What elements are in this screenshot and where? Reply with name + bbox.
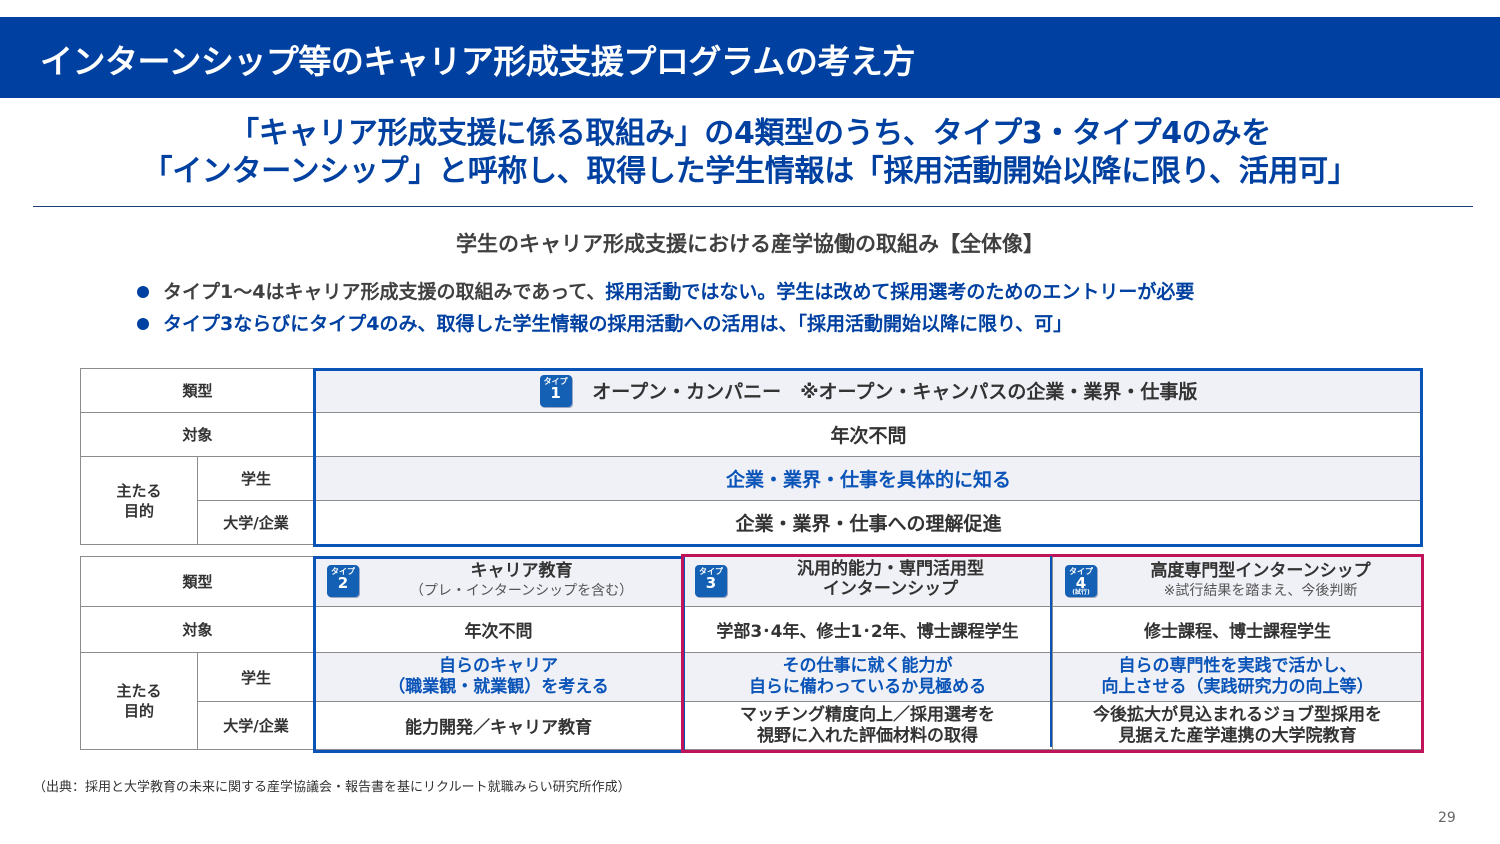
type2-univ-company: 能力開発／キャリア教育 — [314, 701, 684, 750]
type2-note: （プレ・インターンシップを含む） — [409, 583, 634, 599]
page-title: インターンシップ等のキャリア形成支援プログラムの考え方 — [40, 42, 915, 81]
bullet-list: タイプ1～4はキャリア形成支援の取組みであって、採用活動ではない。学生は改めて採… — [135, 278, 1194, 342]
divider — [33, 206, 1473, 207]
bullet-2-blue: タイプ3ならびにタイプ4のみ、取得した学生情報の採用活動への活用は、「採用活動開… — [163, 313, 1073, 335]
title-bar: インターンシップ等のキャリア形成支援プログラムの考え方 — [0, 17, 1500, 98]
bullet-1-blue: 採用活動ではない。学生は改めて採用選考のためのエントリーが必要 — [605, 281, 1195, 303]
row-label-purpose: 主たる 目的 — [80, 652, 198, 750]
type3-student: その仕事に就く能力が 自らに備わっているか見極める — [682, 652, 1054, 702]
type2-student: 自らのキャリア （職業観・就業観）を考える — [314, 652, 684, 702]
type1-student: 企業・業界・仕事を具体的に知る — [314, 456, 1424, 501]
section-subtitle: 学生のキャリア形成支援における産学協働の取組み【全体像】 — [456, 232, 1044, 256]
bullet-1-black: タイプ1～4はキャリア形成支援の取組みであって、 — [163, 281, 606, 303]
type4-student: 自らの専門性を実践で活かし、 向上させる（実践研究力の向上等） — [1052, 652, 1424, 702]
type1-header: タイプ 1 オープン・カンパニー ※オープン・キャンパスの企業・業界・仕事版 — [314, 368, 1424, 413]
type2-target: 年次不問 — [314, 606, 684, 653]
type4-note: ※試行結果を踏まえ、今後判断 — [1163, 583, 1358, 599]
type1-univ-company: 企業・業界・仕事への理解促進 — [314, 500, 1424, 545]
type1-table: 類型 タイプ 1 オープン・カンパニー ※オープン・キャンパスの企業・業界・仕事版… — [79, 368, 1424, 545]
type4-badge-icon: タイプ 4 (試行) — [1065, 565, 1098, 597]
type2-header: タイプ 2 キャリア教育 （プレ・インターンシップを含む） — [314, 556, 684, 607]
type3-name: 汎用的能力・専門活用型 インターンシップ — [797, 559, 985, 599]
type1-badge-icon: タイプ 1 — [539, 374, 572, 407]
headline-line-2: 「インターンシップ」と呼称し、取得した学生情報は「採用活動開始以降に限り、活用可… — [142, 154, 1358, 189]
type1-target: 年次不問 — [314, 412, 1424, 457]
row-label-target: 対象 — [79, 412, 316, 457]
bullet-dot-icon — [137, 318, 149, 330]
bullet-item-1: タイプ1～4はキャリア形成支援の取組みであって、採用活動ではない。学生は改めて採… — [135, 278, 1194, 310]
headline: 「キャリア形成支援に係る取組み」の4類型のうち、タイプ3・タイプ4のみを 「イン… — [0, 115, 1500, 191]
page-number: 29 — [1438, 810, 1456, 826]
bullet-dot-icon — [137, 286, 149, 298]
type3-badge-icon: タイプ 3 — [695, 565, 728, 597]
bullet-item-2: タイプ3ならびにタイプ4のみ、取得した学生情報の採用活動への活用は、「採用活動開… — [135, 310, 1194, 342]
type4-name: 高度専門型インターンシップ — [1150, 561, 1371, 581]
type4-target: 修士課程、博士課程学生 — [1052, 606, 1424, 653]
type2-badge-icon: タイプ 2 — [327, 565, 360, 597]
type2-name: キャリア教育 — [470, 561, 573, 581]
type4-univ-company: 今後拡大が見込まれるジョブ型採用を 見据えた産学連携の大学院教育 — [1052, 701, 1424, 750]
row-label-student: 学生 — [196, 456, 316, 501]
row-label-student: 学生 — [196, 652, 316, 702]
row-label-purpose: 主たる 目的 — [80, 456, 198, 545]
row-label-univ-company: 大学/企業 — [196, 701, 316, 750]
type4-header: タイプ 4 (試行) 高度専門型インターンシップ ※試行結果を踏まえ、今後判断 — [1052, 556, 1424, 607]
source-note: （出典：採用と大学教育の未来に関する産学協議会・報告書を基にリクルート就職みらい… — [33, 780, 631, 795]
types-table: 類型 タイプ 2 キャリア教育 （プレ・インターンシップを含む） タイプ 3 汎用的能… — [79, 556, 1424, 750]
row-label-target: 対象 — [79, 606, 316, 653]
row-label-univ-company: 大学/企業 — [196, 500, 316, 545]
type3-univ-company: マッチング精度向上／採用選考を 視野に入れた評価材料の取得 — [682, 701, 1054, 750]
row-label-type: 類型 — [79, 368, 316, 413]
headline-line-1: 「キャリア形成支援に係る取組み」の4類型のうち、タイプ3・タイプ4のみを — [229, 116, 1271, 151]
type3-header: タイプ 3 汎用的能力・専門活用型 インターンシップ — [682, 556, 1054, 607]
type3-target: 学部3･4年、修士1･2年、博士課程学生 — [682, 606, 1054, 653]
row-label-type: 類型 — [79, 556, 316, 607]
type1-name: オープン・カンパニー ※オープン・キャンパスの企業・業界・仕事版 — [592, 381, 1198, 403]
